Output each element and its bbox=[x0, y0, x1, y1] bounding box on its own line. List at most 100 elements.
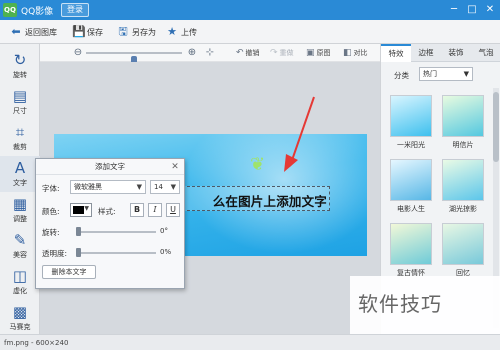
sidebar-item-mosaic[interactable]: ▩ 马赛克 bbox=[0, 300, 40, 336]
save-as-label: 另存为 bbox=[132, 27, 156, 37]
effect-thumbnail-label: 一米阳光 bbox=[397, 141, 425, 149]
redo-icon: ↷ bbox=[270, 48, 278, 58]
view-toolbar: ⊖ ⊕ ⊹ ↶ 撤销 ↷ 重做 ▣ 原图 ◧ 对比 bbox=[40, 44, 380, 66]
dialog-close-icon[interactable]: ✕ bbox=[169, 161, 181, 173]
rotation-slider-thumb[interactable] bbox=[76, 227, 81, 236]
title-bar: QQ QQ影像 登录 ─ □ ✕ bbox=[0, 0, 500, 20]
leaf-icon: ❦ bbox=[250, 154, 266, 175]
app-logo-icon: QQ bbox=[3, 3, 17, 17]
compare-label: 对比 bbox=[353, 49, 368, 57]
effect-thumbnail-label: 湖光掠影 bbox=[449, 205, 477, 213]
file-info: fm.png - 600×240 bbox=[4, 339, 69, 347]
compare-button[interactable]: ◧ 对比 bbox=[343, 48, 368, 58]
redo-button[interactable]: ↷ 重做 bbox=[270, 48, 294, 58]
effect-thumbnail-label: 电影人生 bbox=[397, 205, 425, 213]
save-as-icon: 🖫 bbox=[118, 25, 128, 38]
sidebar-item-label: 虚化 bbox=[13, 287, 27, 295]
zoom-slider[interactable] bbox=[86, 52, 182, 66]
tab-2[interactable]: 装饰 bbox=[441, 44, 471, 62]
sidebar-item-rotate[interactable]: ↻ 旋转 bbox=[0, 48, 40, 84]
save-as-button[interactable]: 🖫 另存为 bbox=[117, 25, 156, 39]
underline-button[interactable]: U bbox=[166, 203, 180, 217]
sidebar-item-adjust[interactable]: ▦ 调整 bbox=[0, 192, 40, 228]
effect-thumbnail[interactable] bbox=[442, 159, 484, 201]
sidebar-item-text[interactable]: A 文字 bbox=[0, 156, 40, 192]
back-to-library-button[interactable]: ⬅ 返回图库 bbox=[10, 25, 57, 39]
opacity-label: 透明度: bbox=[42, 249, 68, 258]
effects-scrollbar-thumb[interactable] bbox=[493, 92, 499, 162]
tab-0[interactable]: 特效 bbox=[381, 44, 411, 62]
size-icon: ▤ bbox=[12, 87, 28, 105]
back-arrow-icon: ⬅ bbox=[11, 25, 21, 38]
rotate-icon: ↻ bbox=[13, 51, 27, 69]
color-chevron-down-icon: ▼ bbox=[84, 205, 89, 212]
upload-button[interactable]: ★ 上传 bbox=[166, 25, 197, 39]
text-icon: A bbox=[14, 159, 26, 177]
overlay-text[interactable]: 么在图片上添加文字 bbox=[173, 191, 331, 210]
fit-screen-icon[interactable]: ⊹ bbox=[204, 47, 216, 59]
blur-icon: ◫ bbox=[12, 267, 28, 285]
effect-thumbnail[interactable] bbox=[390, 159, 432, 201]
rotation-label: 旋转: bbox=[42, 228, 60, 237]
sidebar-item-label: 文字 bbox=[13, 179, 27, 187]
sidebar-item-size[interactable]: ▤ 尺寸 bbox=[0, 84, 40, 120]
text-overlay-box[interactable]: 么在图片上添加文字 bbox=[172, 186, 330, 211]
effect-thumbnail[interactable] bbox=[390, 95, 432, 137]
delete-text-button[interactable]: 删除本文字 bbox=[42, 265, 96, 279]
effect-thumbnail[interactable] bbox=[442, 223, 484, 265]
upload-label: 上传 bbox=[181, 27, 197, 37]
login-button[interactable]: 登录 bbox=[61, 3, 89, 17]
sidebar-item-beauty[interactable]: ✎ 美容 bbox=[0, 228, 40, 264]
original-label: 原图 bbox=[316, 49, 331, 57]
adjust-icon: ▦ bbox=[12, 195, 28, 213]
opacity-slider[interactable] bbox=[76, 252, 156, 254]
maximize-icon[interactable]: □ bbox=[464, 2, 480, 18]
sidebar-item-label: 尺寸 bbox=[13, 107, 27, 115]
watermark-text: 软件技巧 bbox=[358, 292, 442, 316]
main-toolbar: ⬅ 返回图库 💾 保存 🖫 另存为 ★ 上传 bbox=[0, 20, 500, 44]
minimize-icon[interactable]: ─ bbox=[446, 2, 462, 18]
original-image-icon: ▣ bbox=[306, 48, 315, 58]
sidebar-item-crop[interactable]: ⌗ 裁剪 bbox=[0, 120, 40, 156]
crop-icon: ⌗ bbox=[15, 123, 25, 141]
compare-icon: ◧ bbox=[343, 48, 352, 58]
zoom-out-icon[interactable]: ⊖ bbox=[72, 47, 84, 59]
redo-label: 重做 bbox=[279, 49, 294, 57]
rotation-slider[interactable] bbox=[76, 231, 156, 233]
zoom-in-icon[interactable]: ⊕ bbox=[186, 47, 198, 59]
upload-star-icon: ★ bbox=[167, 25, 177, 38]
color-picker[interactable]: ▼ bbox=[70, 203, 92, 217]
watermark: 软件技巧 bbox=[350, 276, 500, 334]
save-button[interactable]: 💾 保存 bbox=[72, 25, 103, 39]
app-title: QQ影像 bbox=[21, 7, 54, 17]
font-label: 字体: bbox=[42, 184, 60, 193]
sidebar-item-label: 裁剪 bbox=[13, 143, 27, 151]
close-window-icon[interactable]: ✕ bbox=[482, 2, 498, 18]
color-swatch-fill bbox=[73, 206, 84, 214]
category-select[interactable]: 热门 ▼ bbox=[419, 67, 473, 81]
status-bar: fm.png - 600×240 bbox=[0, 334, 500, 350]
effect-thumbnail-label: 明信片 bbox=[452, 141, 474, 149]
style-label: 样式: bbox=[98, 207, 116, 216]
tab-1[interactable]: 边框 bbox=[411, 44, 441, 62]
save-icon: 💾 bbox=[72, 25, 86, 38]
italic-button[interactable]: I bbox=[148, 203, 162, 217]
category-value: 热门 bbox=[423, 70, 437, 78]
opacity-slider-thumb[interactable] bbox=[76, 248, 81, 257]
beauty-icon: ✎ bbox=[13, 231, 27, 249]
font-size-select[interactable]: 14 ▼ bbox=[150, 180, 180, 194]
font-select[interactable]: 微软雅黑 ▼ bbox=[70, 180, 146, 194]
sidebar-item-blur[interactable]: ◫ 虚化 bbox=[0, 264, 40, 300]
back-label: 返回图库 bbox=[25, 27, 57, 37]
effect-thumbnail[interactable] bbox=[442, 95, 484, 137]
font-chevron-down-icon: ▼ bbox=[136, 183, 142, 191]
undo-icon: ↶ bbox=[236, 48, 244, 58]
bold-button[interactable]: B bbox=[130, 203, 144, 217]
sidebar-item-label: 调整 bbox=[13, 215, 27, 223]
tab-3[interactable]: 气泡 bbox=[471, 44, 500, 62]
effect-thumbnail[interactable] bbox=[390, 223, 432, 265]
category-label: 分类 bbox=[394, 71, 409, 80]
original-button[interactable]: ▣ 原图 bbox=[306, 48, 331, 58]
opacity-value: 0% bbox=[160, 248, 172, 256]
undo-button[interactable]: ↶ 撤销 bbox=[236, 48, 260, 58]
